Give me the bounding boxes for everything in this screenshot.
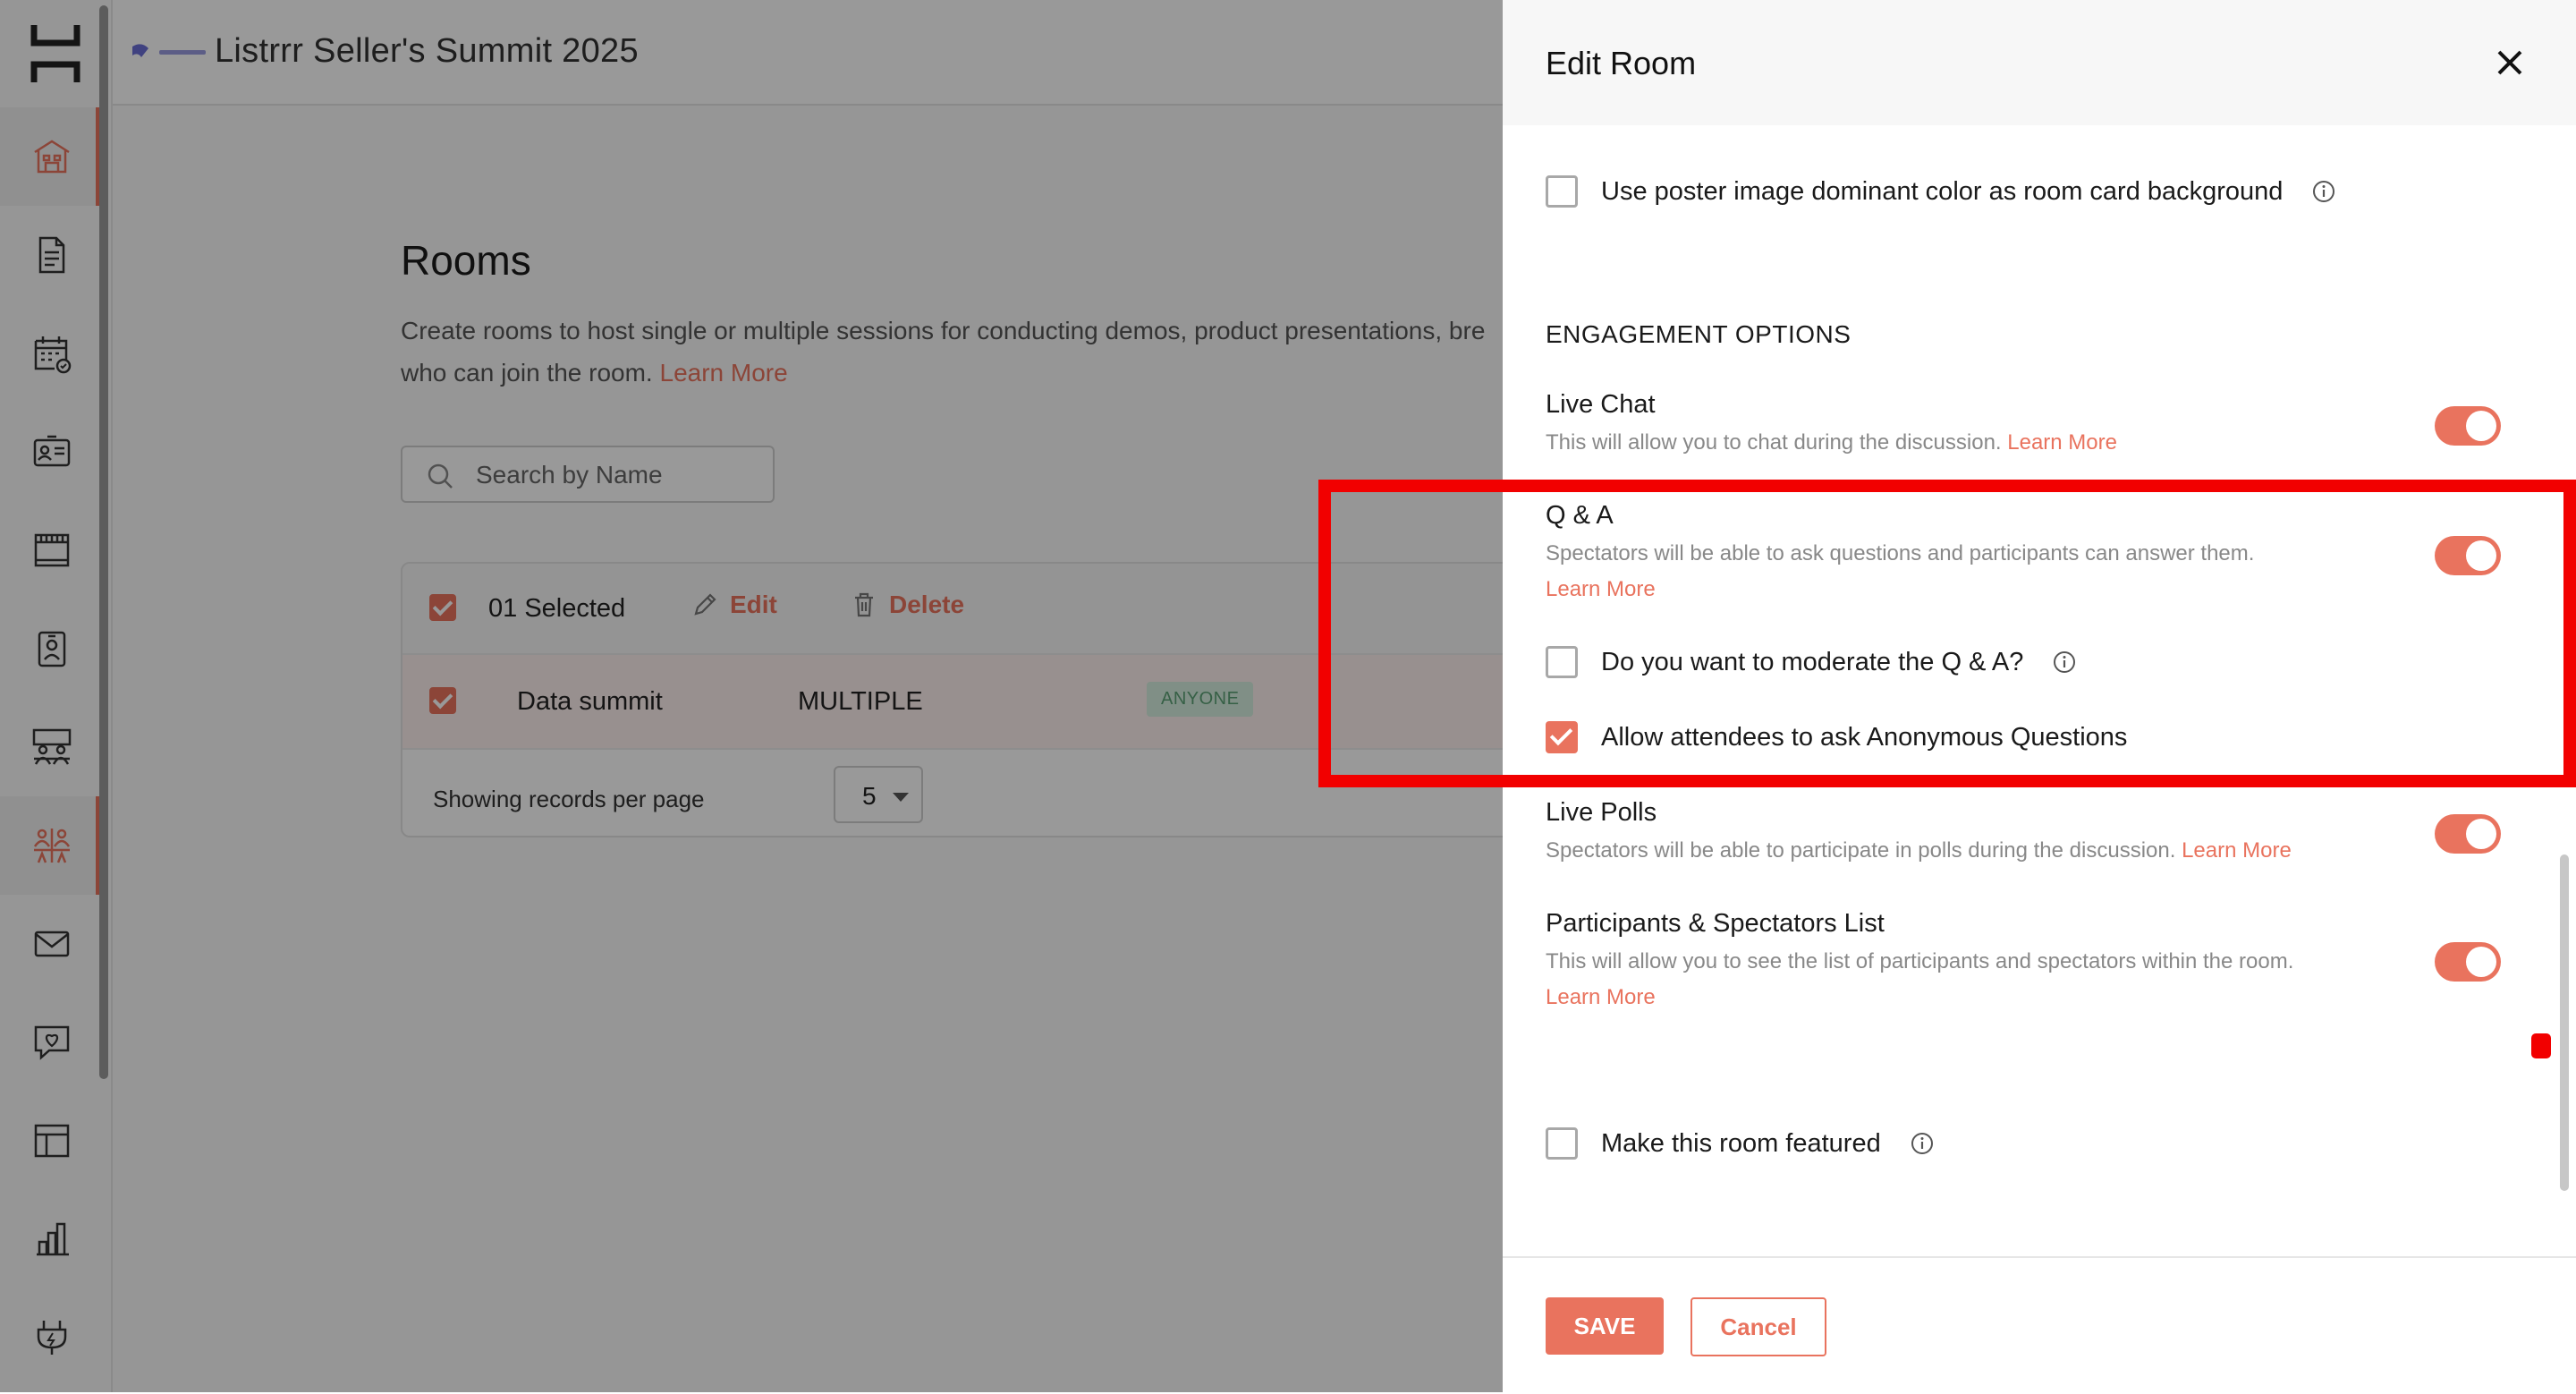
info-icon[interactable]	[2052, 650, 2077, 675]
live-chat-option: Live Chat This will allow you to chat du…	[1546, 390, 2494, 461]
drawer-title: Edit Room	[1546, 45, 1697, 81]
participants-list-desc: This will allow you to see the list of p…	[1546, 944, 2494, 1016]
info-icon[interactable]	[2311, 179, 2336, 204]
close-icon[interactable]	[2490, 43, 2529, 82]
qa-option: Q & A Spectators will be able to ask que…	[1546, 501, 2494, 608]
qa-desc-text: Spectators will be able to ask questions…	[1546, 541, 2255, 565]
drawer-scrollbar[interactable]	[2560, 854, 2569, 1191]
live-chat-desc: This will allow you to chat during the d…	[1546, 425, 2494, 461]
featured-room-checkbox[interactable]	[1546, 1127, 1578, 1160]
poster-color-checkbox[interactable]	[1546, 175, 1578, 208]
poster-color-label: Use poster image dominant color as room …	[1601, 176, 2284, 206]
live-polls-toggle[interactable]	[2435, 814, 2501, 854]
cursor-marker	[2531, 1033, 2551, 1058]
participants-list-option: Participants & Spectators List This will…	[1546, 909, 2494, 1016]
info-icon[interactable]	[1910, 1131, 1935, 1156]
live-polls-desc: Spectators will be able to participate i…	[1546, 833, 2494, 869]
live-polls-learn-more[interactable]: Learn More	[2182, 838, 2292, 863]
live-chat-desc-text: This will allow you to chat during the d…	[1546, 430, 2002, 455]
featured-room-option[interactable]: Make this room featured	[1546, 1127, 1935, 1160]
live-polls-desc-text: Spectators will be able to participate i…	[1546, 838, 2176, 863]
participants-list-title: Participants & Spectators List	[1546, 909, 1885, 938]
live-chat-learn-more[interactable]: Learn More	[2007, 430, 2117, 455]
featured-room-label: Make this room featured	[1601, 1128, 1881, 1158]
engagement-heading: ENGAGEMENT OPTIONS	[1546, 320, 1852, 348]
qa-toggle[interactable]	[2435, 536, 2501, 575]
participants-list-desc-text: This will allow you to see the list of p…	[1546, 949, 2294, 973]
qa-learn-more[interactable]: Learn More	[1546, 577, 1656, 601]
edit-room-drawer: Edit Room Use poster image dominant colo…	[1503, 0, 2576, 1394]
qa-title: Q & A	[1546, 501, 1614, 530]
anonymous-questions-checkbox[interactable]	[1546, 721, 1578, 753]
drawer-footer: SAVE Cancel	[1503, 1256, 2576, 1394]
moderate-qa-label: Do you want to moderate the Q & A?	[1601, 647, 2024, 676]
anonymous-questions-option[interactable]: Allow attendees to ask Anonymous Questio…	[1546, 721, 2127, 753]
live-chat-title: Live Chat	[1546, 390, 1656, 419]
poster-color-option[interactable]: Use poster image dominant color as room …	[1546, 175, 2336, 208]
modal-overlay[interactable]	[0, 0, 1503, 1392]
drawer-body: Use poster image dominant color as room …	[1503, 125, 2576, 1256]
cancel-button[interactable]: Cancel	[1690, 1297, 1826, 1356]
participants-list-toggle[interactable]	[2435, 942, 2501, 982]
live-polls-title: Live Polls	[1546, 798, 1657, 827]
live-chat-toggle[interactable]	[2435, 406, 2501, 446]
moderate-qa-checkbox[interactable]	[1546, 646, 1578, 678]
qa-desc: Spectators will be able to ask questions…	[1546, 536, 2494, 608]
drawer-header: Edit Room	[1503, 0, 2576, 125]
anonymous-questions-label: Allow attendees to ask Anonymous Questio…	[1601, 722, 2128, 752]
participants-list-learn-more[interactable]: Learn More	[1546, 985, 1656, 1009]
live-polls-option: Live Polls Spectators will be able to pa…	[1546, 798, 2494, 869]
save-button[interactable]: SAVE	[1546, 1297, 1664, 1355]
moderate-qa-option[interactable]: Do you want to moderate the Q & A?	[1546, 646, 2077, 678]
